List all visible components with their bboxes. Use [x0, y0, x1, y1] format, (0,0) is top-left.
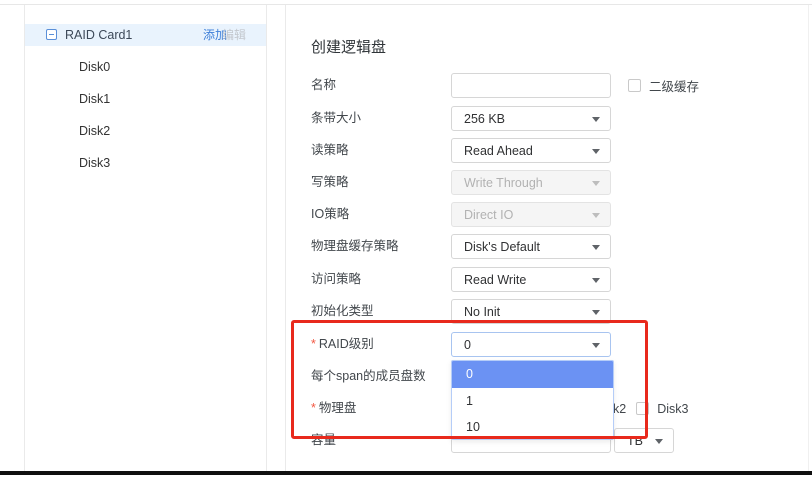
chevron-down-icon	[592, 278, 600, 283]
write-policy-label: 写策略	[311, 170, 451, 195]
sidebar-item-disk1[interactable]: Disk1	[79, 89, 199, 109]
row-stripe-size: 条带大小 256 KB	[311, 106, 611, 131]
physical-disk-options-fragment: k2 Disk3	[613, 396, 688, 421]
chevron-down-icon	[592, 343, 600, 348]
init-type-select[interactable]: No Init	[451, 299, 611, 324]
window-bottom-edge	[0, 471, 812, 475]
row-io-policy: IO策略 Direct IO	[311, 202, 611, 227]
access-policy-select[interactable]: Read Write	[451, 267, 611, 292]
name-input[interactable]	[451, 73, 611, 98]
access-policy-label: 访问策略	[311, 267, 451, 292]
capacity-unit-select[interactable]: TB	[614, 428, 674, 453]
row-init-type: 初始化类型 No Init	[311, 299, 611, 324]
dropdown-option-0[interactable]: 0	[452, 361, 613, 388]
raid-level-label: *RAID级别	[311, 332, 451, 357]
collapse-minus-icon[interactable]	[46, 29, 57, 40]
required-asterisk: *	[311, 401, 316, 415]
init-type-value: No Init	[464, 305, 500, 319]
read-policy-value: Read Ahead	[464, 144, 533, 158]
read-policy-select[interactable]: Read Ahead	[451, 138, 611, 163]
sidebar-item-disk2[interactable]: Disk2	[79, 121, 199, 141]
chevron-down-icon	[592, 149, 600, 154]
init-type-label: 初始化类型	[311, 299, 451, 324]
raid-config-window: RAID Card1 添加 编辑 Disk0 Disk1 Disk2 Disk3…	[0, 0, 812, 479]
raid-level-dropdown-menu: 0 1 10	[451, 360, 614, 440]
tree-node-raid-card[interactable]: RAID Card1 添加 编辑	[25, 24, 266, 46]
dropdown-option-10[interactable]: 10	[452, 414, 613, 440]
raid-level-select[interactable]: 0	[451, 332, 611, 357]
row-raid-level: *RAID级别 0	[311, 332, 611, 357]
row-span-members: 每个span的成员盘数	[311, 364, 451, 389]
chevron-down-icon	[592, 181, 600, 186]
write-policy-value: Write Through	[464, 176, 543, 190]
chevron-down-icon	[592, 245, 600, 250]
pd-cache-policy-value: Disk's Default	[464, 240, 540, 254]
io-policy-label: IO策略	[311, 202, 451, 227]
physical-disks-label: *物理盘	[311, 396, 451, 421]
row-name: 名称 二级缓存	[311, 73, 699, 98]
io-policy-value: Direct IO	[464, 208, 513, 222]
row-physical-disks: *物理盘	[311, 396, 451, 421]
capacity-unit-value: TB	[627, 434, 643, 448]
create-logical-disk-panel: 创建逻辑盘 名称 二级缓存 条带大小 256 KB 读策略 Read Ahead	[285, 5, 809, 471]
row-access-policy: 访问策略 Read Write	[311, 267, 611, 292]
chevron-down-icon	[592, 117, 600, 122]
row-pd-cache-policy: 物理盘缓存策略 Disk's Default	[311, 234, 611, 259]
access-policy-value: Read Write	[464, 273, 526, 287]
secondary-cache-label: 二级缓存	[649, 76, 699, 95]
span-members-label: 每个span的成员盘数	[311, 364, 451, 389]
chevron-down-icon	[592, 310, 600, 315]
raid-card-label: RAID Card1	[65, 24, 132, 46]
disk3-label: Disk3	[657, 402, 688, 416]
required-asterisk: *	[311, 337, 316, 351]
row-write-policy: 写策略 Write Through	[311, 170, 611, 195]
secondary-cache-checkbox[interactable]	[628, 79, 641, 92]
read-policy-label: 读策略	[311, 138, 451, 163]
raid-level-value: 0	[464, 338, 471, 352]
raid-tree-sidebar: RAID Card1 添加 编辑 Disk0 Disk1 Disk2 Disk3	[24, 5, 267, 471]
pd-cache-policy-label: 物理盘缓存策略	[311, 234, 451, 259]
chevron-down-icon	[592, 213, 600, 218]
pd-cache-policy-select[interactable]: Disk's Default	[451, 234, 611, 259]
chevron-down-icon	[655, 439, 663, 444]
edit-link[interactable]: 编辑	[222, 24, 246, 46]
disk3-checkbox[interactable]	[636, 402, 649, 415]
stripe-size-label: 条带大小	[311, 106, 451, 131]
stripe-size-value: 256 KB	[464, 112, 505, 126]
write-policy-select-disabled: Write Through	[451, 170, 611, 195]
io-policy-select-disabled: Direct IO	[451, 202, 611, 227]
capacity-label: 容量	[311, 428, 451, 453]
disk2-label-partial: k2	[613, 402, 626, 416]
name-label: 名称	[311, 73, 451, 98]
page-title: 创建逻辑盘	[311, 36, 386, 57]
sidebar-item-disk0[interactable]: Disk0	[79, 57, 199, 77]
sidebar-item-disk3[interactable]: Disk3	[79, 153, 199, 173]
dropdown-option-1[interactable]: 1	[452, 388, 613, 415]
row-read-policy: 读策略 Read Ahead	[311, 138, 611, 163]
stripe-size-select[interactable]: 256 KB	[451, 106, 611, 131]
